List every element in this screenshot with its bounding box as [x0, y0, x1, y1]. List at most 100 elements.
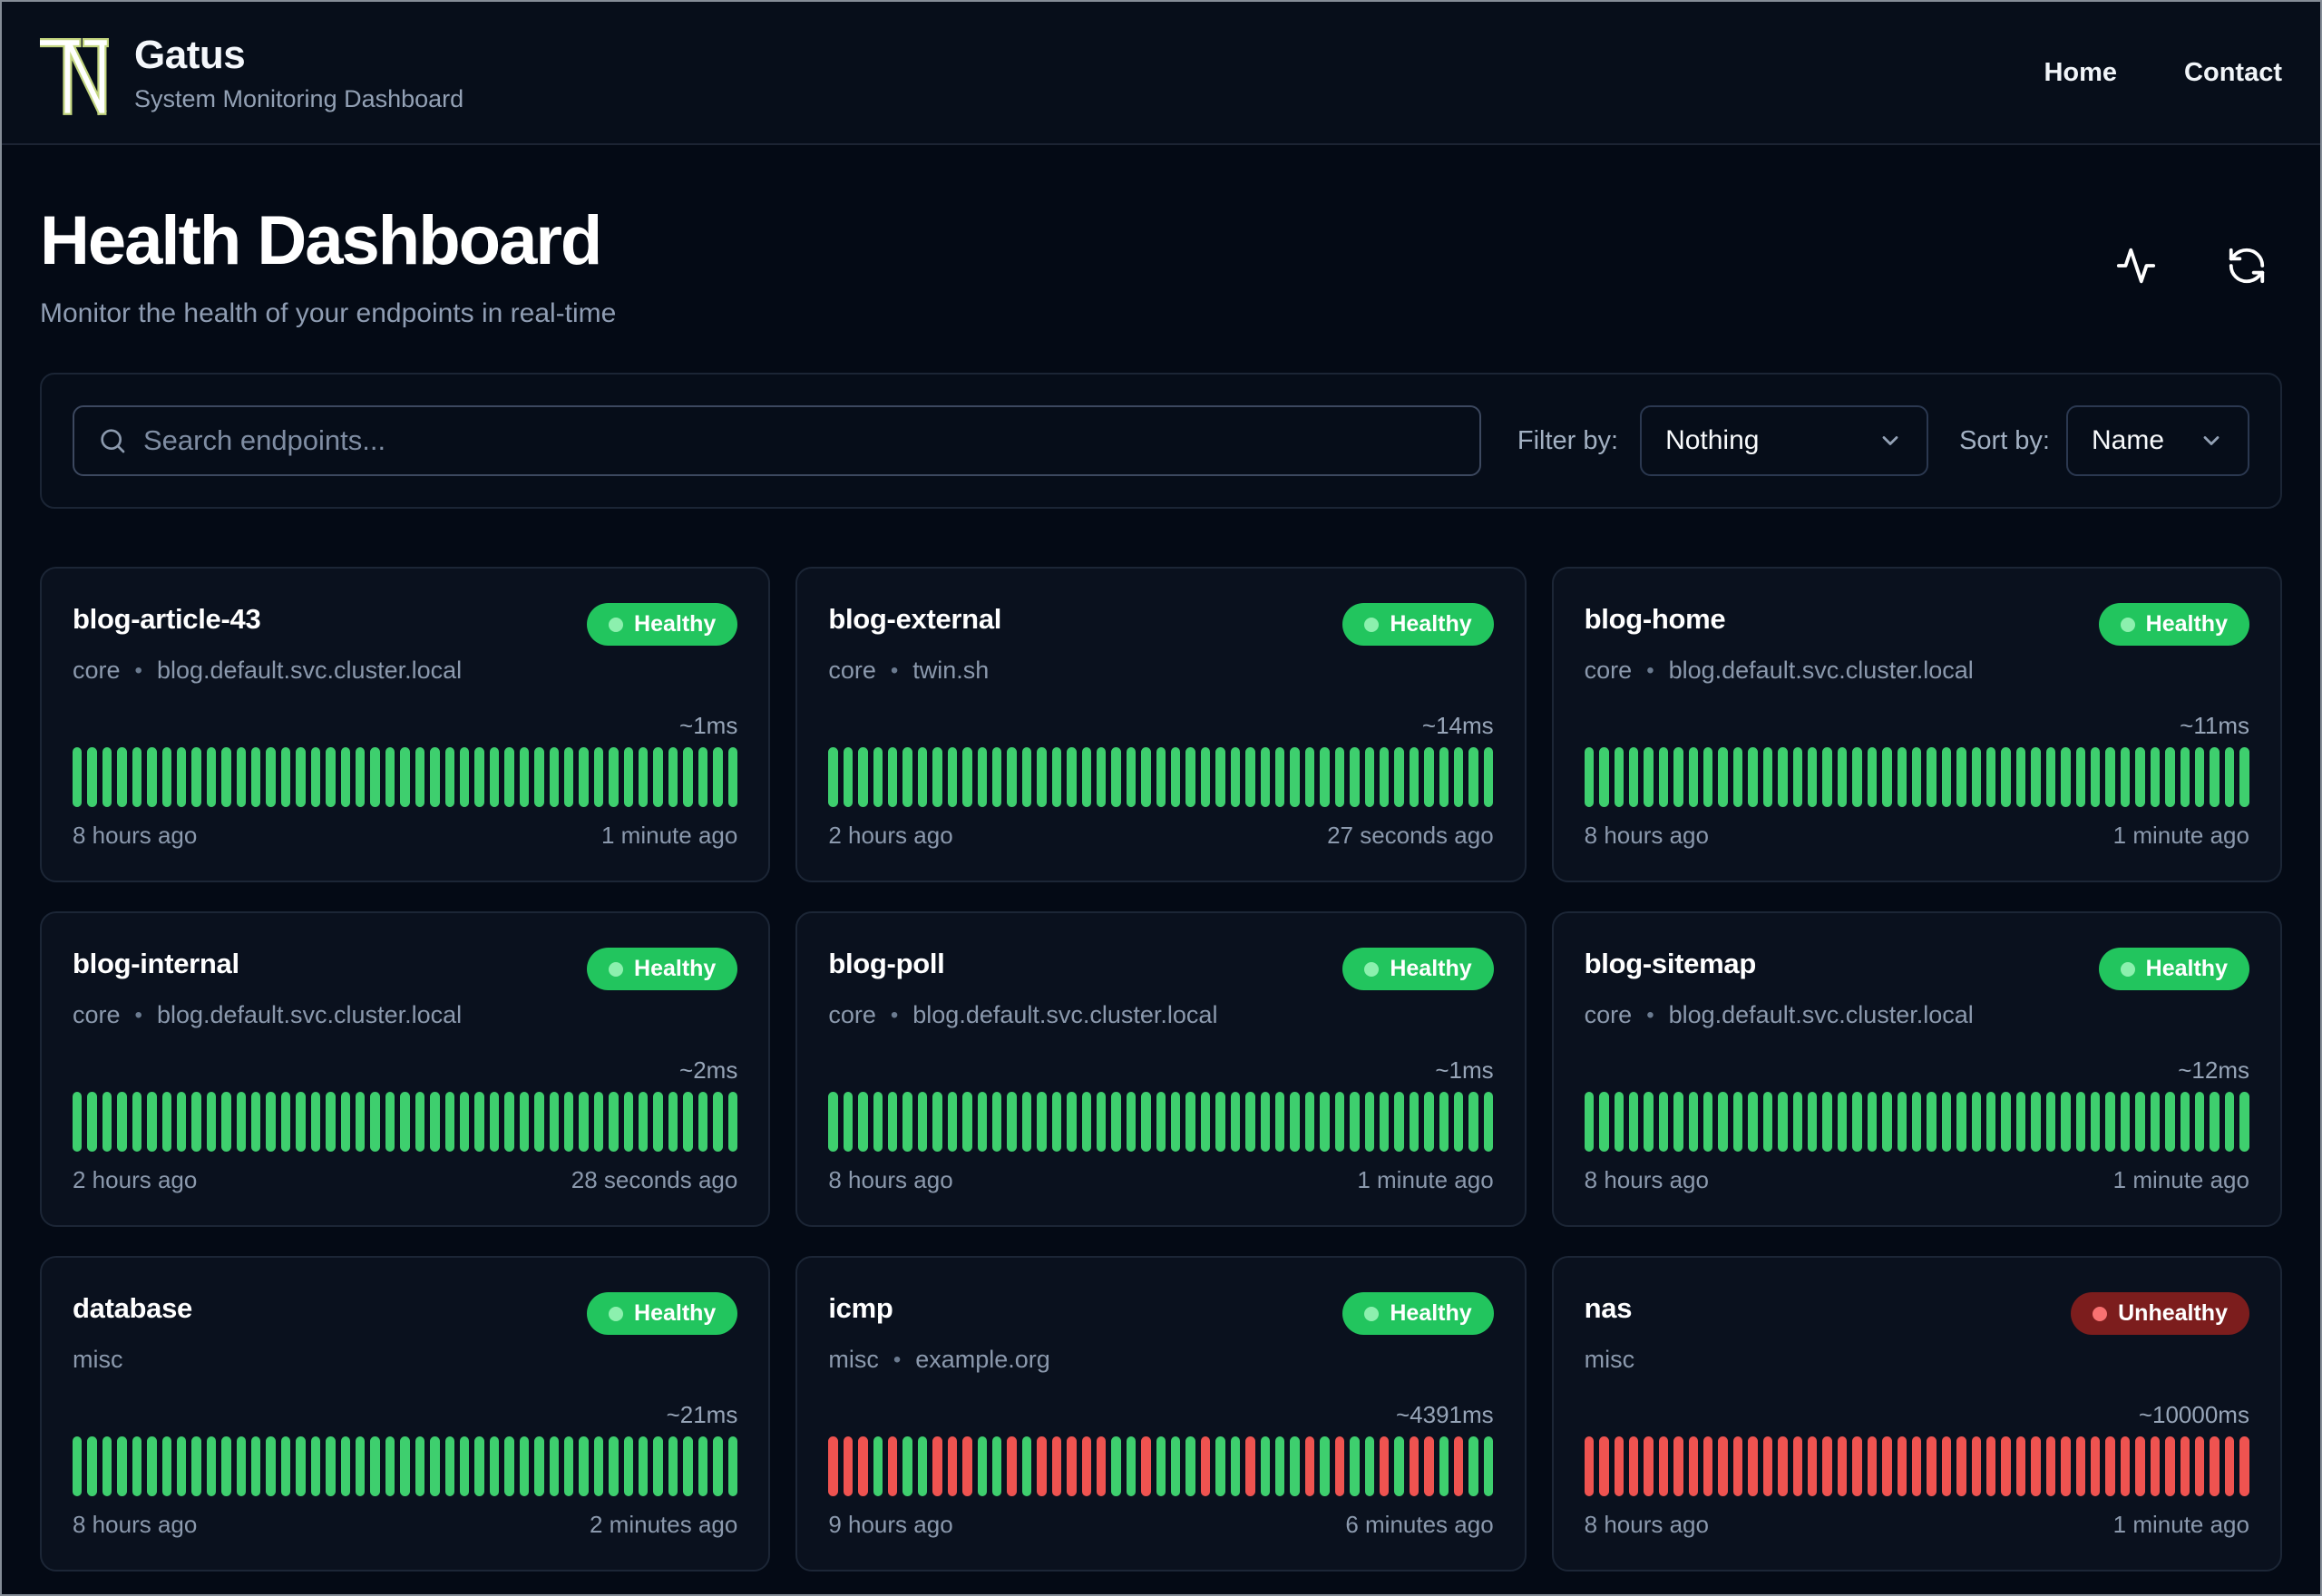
status-bar[interactable] — [1096, 1436, 1107, 1496]
status-bar[interactable] — [1274, 1092, 1285, 1152]
status-bar[interactable] — [2239, 1436, 2249, 1496]
status-bar[interactable] — [1644, 747, 1654, 807]
status-bar[interactable] — [1483, 747, 1494, 807]
status-bar[interactable] — [310, 1436, 321, 1496]
status-bar[interactable] — [147, 1092, 157, 1152]
status-bar[interactable] — [1986, 1436, 1996, 1496]
status-bar[interactable] — [266, 1436, 276, 1496]
status-bar[interactable] — [962, 1436, 972, 1496]
status-bar[interactable] — [1897, 1092, 1907, 1152]
status-bar[interactable] — [1658, 1436, 1669, 1496]
status-bar[interactable] — [1762, 1436, 1773, 1496]
status-bar[interactable] — [977, 1436, 987, 1496]
status-bar[interactable] — [2075, 747, 2085, 807]
status-bar[interactable] — [2031, 1092, 2041, 1152]
status-bar[interactable] — [147, 1436, 157, 1496]
status-bar[interactable] — [1927, 1092, 1937, 1152]
status-bar[interactable] — [1424, 1092, 1434, 1152]
status-bar[interactable] — [1792, 1436, 1802, 1496]
status-bar[interactable] — [2135, 1092, 2145, 1152]
status-bar[interactable] — [310, 1092, 321, 1152]
status-bar[interactable] — [917, 747, 928, 807]
status-bar[interactable] — [266, 747, 276, 807]
status-bar[interactable] — [579, 1436, 589, 1496]
status-bar[interactable] — [310, 747, 321, 807]
status-bar[interactable] — [1081, 747, 1091, 807]
status-bar[interactable] — [102, 1092, 112, 1152]
status-bar[interactable] — [102, 1436, 112, 1496]
status-bar[interactable] — [415, 1092, 425, 1152]
status-bar[interactable] — [858, 1092, 868, 1152]
status-bar[interactable] — [1688, 1436, 1699, 1496]
status-bar[interactable] — [132, 747, 142, 807]
status-bar[interactable] — [1483, 1092, 1494, 1152]
status-bar[interactable] — [117, 1092, 127, 1152]
status-bar[interactable] — [858, 1436, 868, 1496]
status-bar[interactable] — [1141, 1092, 1151, 1152]
status-bar[interactable] — [1807, 747, 1818, 807]
status-bar[interactable] — [519, 747, 530, 807]
status-bar[interactable] — [1748, 1436, 1758, 1496]
status-bar[interactable] — [356, 1092, 366, 1152]
status-bar[interactable] — [251, 747, 261, 807]
status-bar[interactable] — [1215, 747, 1225, 807]
status-bar[interactable] — [221, 1436, 231, 1496]
status-bar[interactable] — [1424, 747, 1434, 807]
status-bar[interactable] — [1673, 1092, 1683, 1152]
status-bar[interactable] — [713, 1092, 723, 1152]
status-bar[interactable] — [1778, 1436, 1788, 1496]
status-bar[interactable] — [2091, 1436, 2101, 1496]
status-bar[interactable] — [385, 1092, 395, 1152]
status-bar[interactable] — [444, 1436, 454, 1496]
status-bar[interactable] — [400, 1436, 410, 1496]
status-bar[interactable] — [653, 747, 663, 807]
status-bar[interactable] — [236, 1092, 247, 1152]
status-bar[interactable] — [1021, 1436, 1032, 1496]
status-bar[interactable] — [1971, 1436, 1982, 1496]
status-bar[interactable] — [474, 1436, 484, 1496]
status-bar[interactable] — [1703, 1092, 1713, 1152]
status-bar[interactable] — [400, 1092, 410, 1152]
status-bar[interactable] — [326, 747, 336, 807]
status-bar[interactable] — [519, 1092, 530, 1152]
status-bar[interactable] — [444, 747, 454, 807]
status-bar[interactable] — [1245, 1092, 1255, 1152]
status-bar[interactable] — [102, 747, 112, 807]
status-bar[interactable] — [1230, 1092, 1241, 1152]
status-bar[interactable] — [683, 747, 693, 807]
status-bar[interactable] — [2120, 747, 2131, 807]
status-bar[interactable] — [400, 747, 410, 807]
status-bar[interactable] — [1111, 747, 1121, 807]
status-bar[interactable] — [843, 1092, 854, 1152]
status-bar[interactable] — [266, 1092, 276, 1152]
status-bar[interactable] — [2031, 747, 2041, 807]
status-bar[interactable] — [947, 747, 958, 807]
status-bar[interactable] — [727, 1092, 737, 1152]
status-bar[interactable] — [609, 1092, 619, 1152]
status-bar[interactable] — [340, 747, 351, 807]
status-bar[interactable] — [534, 1092, 544, 1152]
status-bar[interactable] — [902, 747, 912, 807]
status-bar[interactable] — [385, 747, 395, 807]
status-bar[interactable] — [1320, 1092, 1330, 1152]
status-bar[interactable] — [206, 1436, 217, 1496]
status-bar[interactable] — [2180, 1092, 2190, 1152]
status-bar[interactable] — [1748, 747, 1758, 807]
status-bar[interactable] — [828, 1436, 838, 1496]
status-bar[interactable] — [1762, 1092, 1773, 1152]
status-bar[interactable] — [828, 1092, 838, 1152]
status-bar[interactable] — [932, 747, 942, 807]
status-bar[interactable] — [1394, 1436, 1404, 1496]
activity-icon[interactable] — [2115, 245, 2157, 287]
status-bar[interactable] — [727, 1436, 737, 1496]
status-bar[interactable] — [1614, 1092, 1624, 1152]
search-input[interactable] — [143, 424, 1456, 457]
status-bar[interactable] — [698, 1436, 708, 1496]
status-bar[interactable] — [356, 747, 366, 807]
status-bar[interactable] — [1320, 747, 1330, 807]
endpoint-card[interactable]: blog-internal Healthy core • blog.defaul… — [40, 911, 771, 1227]
status-bar[interactable] — [1141, 747, 1151, 807]
status-bar[interactable] — [2180, 1436, 2190, 1496]
status-bar[interactable] — [1614, 1436, 1624, 1496]
status-bar[interactable] — [1822, 1092, 1832, 1152]
